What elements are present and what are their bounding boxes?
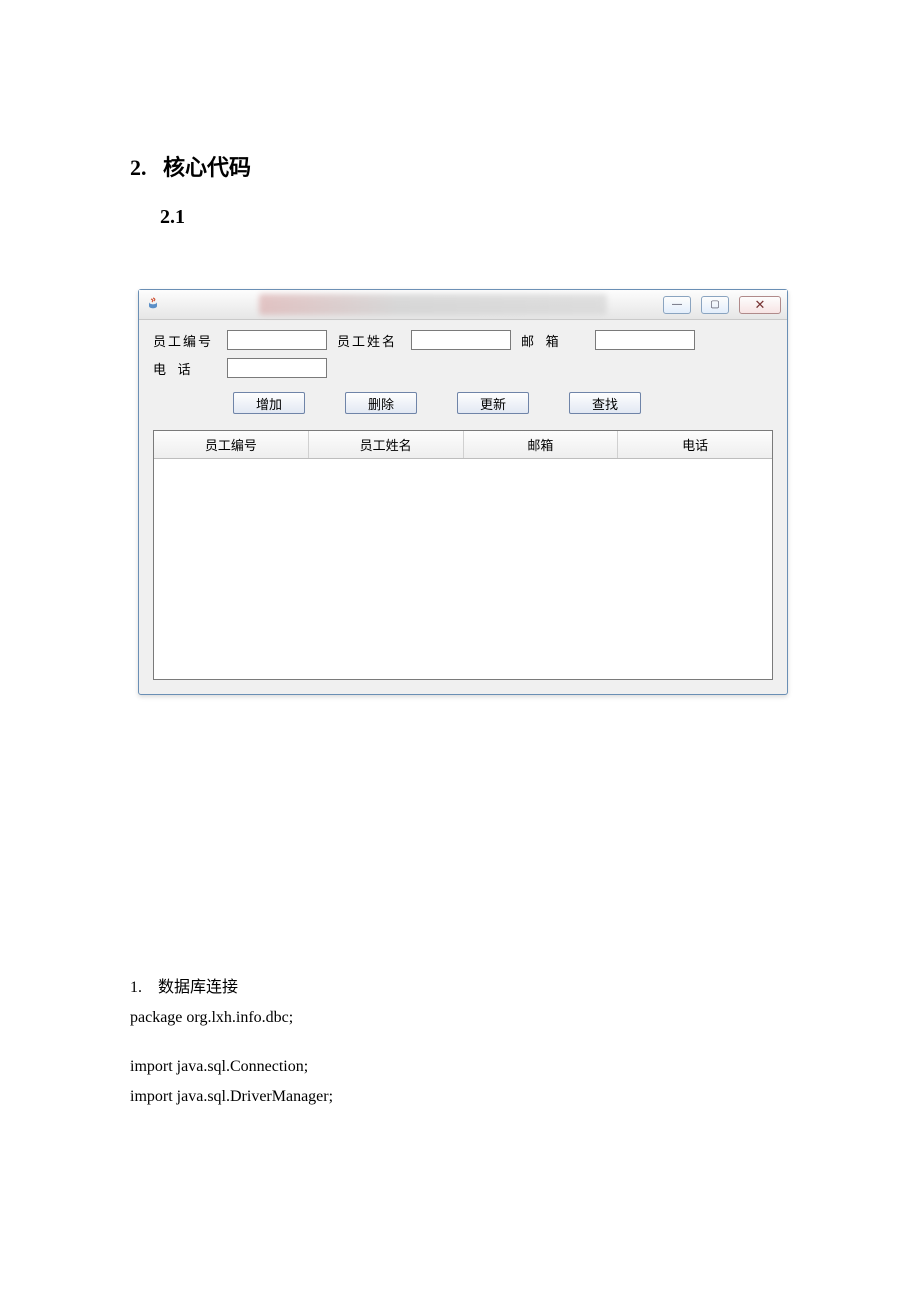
list-item-1: 1. 数据库连接 (130, 975, 790, 1001)
table-header-row: 员工编号 员工姓名 邮箱 电话 (154, 431, 772, 459)
section-heading: 2. 核心代码 (130, 150, 790, 182)
emp-name-label: 员工姓名 (337, 331, 401, 350)
emp-id-input[interactable] (227, 330, 327, 350)
email-label: 邮 箱 (521, 331, 585, 350)
code-line: package org.lxh.info.dbc; (130, 1005, 790, 1031)
table-header-phone[interactable]: 电话 (618, 431, 772, 458)
sub-heading: 2.1 (160, 206, 790, 229)
table-header-email[interactable]: 邮箱 (464, 431, 619, 458)
update-button[interactable]: 更新 (457, 392, 529, 414)
list-number: 1. (130, 979, 142, 996)
java-cup-icon (145, 297, 161, 313)
phone-input[interactable] (227, 358, 327, 378)
table-header-empid[interactable]: 员工编号 (154, 431, 309, 458)
delete-button[interactable]: 删除 (345, 392, 417, 414)
maximize-button[interactable]: ▢ (701, 296, 729, 314)
email-input[interactable] (595, 330, 695, 350)
table-header-empname[interactable]: 员工姓名 (309, 431, 464, 458)
form-area: 员工编号 员工姓名 邮 箱 电 话 增加 删除 更新 查找 (139, 320, 787, 424)
search-button[interactable]: 查找 (569, 392, 641, 414)
blurred-title-text (259, 294, 607, 315)
minimize-button[interactable]: — (663, 296, 691, 314)
heading-number: 2. (130, 155, 147, 180)
document-text: 1. 数据库连接 package org.lxh.info.dbc; impor… (130, 975, 790, 1109)
list-text: 数据库连接 (158, 979, 238, 996)
emp-name-input[interactable] (411, 330, 511, 350)
add-button[interactable]: 增加 (233, 392, 305, 414)
java-app-window: — ▢ ✕ 员工编号 员工姓名 邮 箱 电 话 增加 删除 更新 查找 员工编号… (138, 289, 788, 695)
data-table[interactable]: 员工编号 员工姓名 邮箱 电话 (153, 430, 773, 680)
code-line: import java.sql.Connection; (130, 1054, 790, 1080)
emp-id-label: 员工编号 (153, 331, 217, 350)
heading-text: 核心代码 (163, 155, 251, 180)
window-titlebar[interactable]: — ▢ ✕ (139, 290, 787, 320)
close-button[interactable]: ✕ (739, 296, 781, 314)
phone-label: 电 话 (153, 359, 217, 378)
code-line: import java.sql.DriverManager; (130, 1084, 790, 1110)
